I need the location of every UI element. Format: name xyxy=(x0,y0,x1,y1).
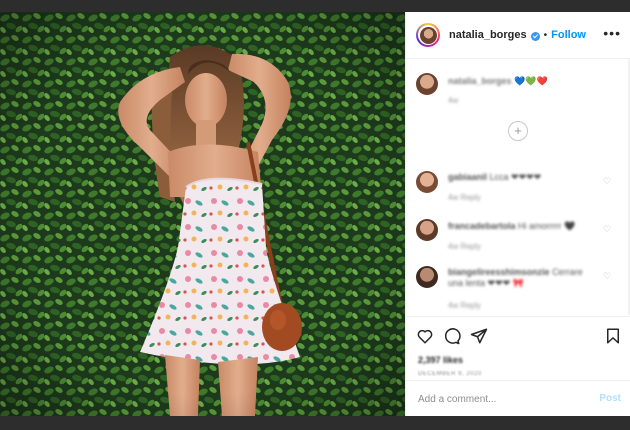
add-comment-input[interactable] xyxy=(416,390,590,408)
caption-avatar[interactable] xyxy=(416,73,438,95)
window-bottom-bar xyxy=(0,416,630,430)
caption-line: natalia_borges 💙💚❤️ xyxy=(448,76,548,87)
post-comment-button[interactable]: Post xyxy=(599,393,621,404)
comment-text: Hi amorrrrr 🖤 xyxy=(518,221,576,231)
post-photo[interactable] xyxy=(0,12,405,416)
more-options-icon[interactable]: ••• xyxy=(603,26,621,40)
like-comment-heart-icon[interactable]: ♡ xyxy=(603,224,611,234)
comment-avatar[interactable] xyxy=(416,171,438,193)
separator-dot: • xyxy=(543,29,548,41)
follow-button[interactable]: Follow xyxy=(551,29,586,41)
comment-line: gabiaanil Lcca ❤❤❤❤ xyxy=(448,172,541,183)
comment-meta[interactable]: 4w Reply xyxy=(448,242,481,251)
comments-list[interactable]: natalia_borges 💙💚❤️ 4w + gabiaanil Lcca … xyxy=(406,59,630,315)
window-top-bar xyxy=(0,0,630,12)
comment-author[interactable]: francadebartola xyxy=(448,221,516,231)
comment-avatar[interactable] xyxy=(416,219,438,241)
comment-meta[interactable]: 4w Reply xyxy=(448,301,481,310)
profile-username[interactable]: natalia_borges xyxy=(449,29,527,41)
verified-badge-icon xyxy=(530,31,540,41)
profile-avatar[interactable] xyxy=(416,23,440,47)
comment-avatar[interactable] xyxy=(416,266,438,288)
save-bookmark-icon[interactable] xyxy=(604,327,622,345)
post-photo-illustration xyxy=(0,12,405,416)
caption-text: 💙💚❤️ xyxy=(514,76,548,86)
caption-meta: 4w xyxy=(448,96,459,105)
add-comment-bar: Post xyxy=(406,380,630,417)
like-heart-icon[interactable] xyxy=(416,327,434,345)
post-details-panel: natalia_borges • Follow ••• natalia_borg… xyxy=(405,12,630,416)
like-comment-heart-icon[interactable]: ♡ xyxy=(603,176,611,186)
comment-meta[interactable]: 4w Reply xyxy=(448,193,481,202)
comment-author[interactable]: gabiaanil xyxy=(448,172,487,182)
caption-author[interactable]: natalia_borges xyxy=(448,76,512,86)
comment-line: francadebartola Hi amorrrrr 🖤 xyxy=(448,221,575,232)
share-paper-plane-icon[interactable] xyxy=(470,327,488,345)
like-comment-heart-icon[interactable]: ♡ xyxy=(603,271,611,281)
likes-count[interactable]: 2,397 likes xyxy=(418,355,463,365)
post-date: DECEMBER 9, 2020 xyxy=(418,371,482,377)
comment-author[interactable]: biangelireesshimsonzie xyxy=(448,267,550,277)
comment-text: Lcca ❤❤❤❤ xyxy=(489,172,542,182)
load-more-comments-button[interactable]: + xyxy=(508,121,528,141)
comment-line: biangelireesshimsonzie Cerrare una lenta… xyxy=(448,267,598,289)
post-header: natalia_borges • Follow ••• xyxy=(406,12,630,59)
comment-bubble-icon[interactable] xyxy=(443,327,461,345)
